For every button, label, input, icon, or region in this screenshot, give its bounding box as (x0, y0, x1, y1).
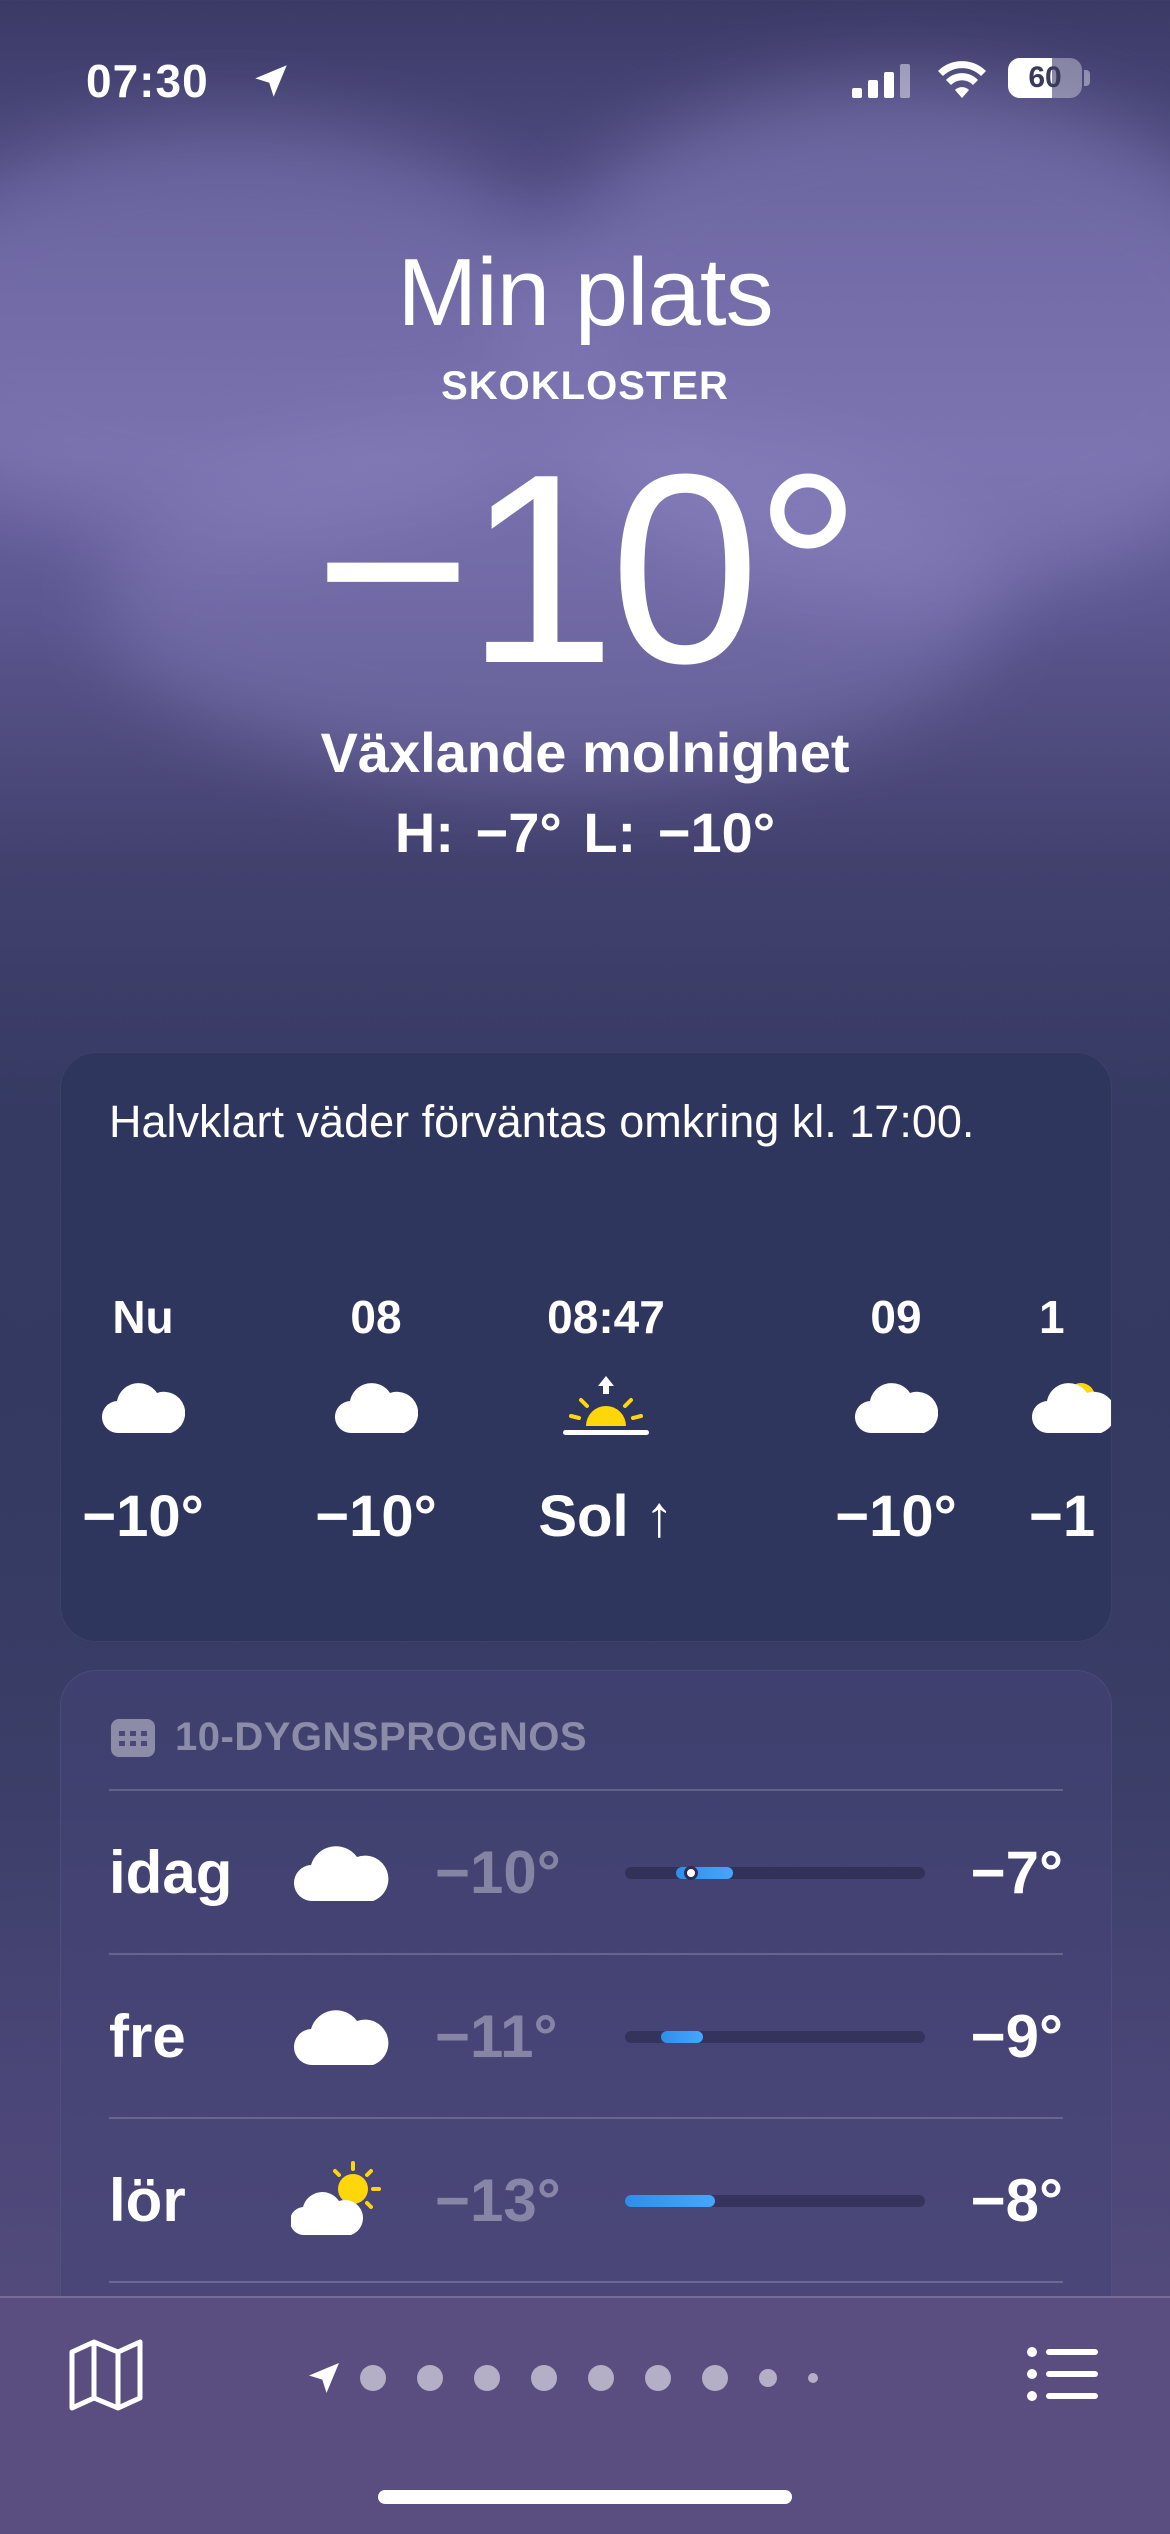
location-arrow-icon (255, 65, 287, 97)
hour-label: 08:47 (547, 1291, 665, 1343)
hour-label: Nu (112, 1291, 174, 1343)
day-high-temperature: −9° (970, 2003, 1063, 2070)
wifi-icon (938, 61, 986, 98)
page-dot[interactable] (759, 2369, 777, 2387)
day-name: lör (109, 2167, 186, 2234)
hour-label: 08 (350, 1291, 402, 1343)
location-subtitle: SKOKLOSTER (441, 364, 729, 408)
hour-temperature: −10° (835, 1484, 957, 1549)
cellular-signal-icon (852, 64, 910, 98)
temperature-range-fill (661, 2031, 703, 2043)
home-indicator[interactable] (378, 2490, 792, 2504)
status-bar: 07:30 60 (0, 48, 1170, 128)
temperature-range-bar (625, 2195, 925, 2207)
cloud-icon (102, 1383, 185, 1434)
day-row[interactable]: idag −10° −7° (109, 1789, 1063, 1955)
day-row-divider (109, 2281, 1063, 2283)
hour-temperature: −10° (315, 1484, 437, 1549)
day-low-temperature: −10° (435, 1839, 561, 1906)
page-dot[interactable] (808, 2373, 818, 2383)
high-low-temperature: H: −7° L: −10° (394, 801, 776, 864)
day-row[interactable]: fre −11° −9° (109, 1953, 1063, 2119)
hour-item: Nu −10° (61, 1287, 243, 1557)
hour-item: 08 −10° (276, 1287, 476, 1557)
day-name: fre (109, 2003, 186, 2070)
hour-item: 09 −10° (796, 1287, 996, 1557)
cloud-icon (293, 1846, 389, 1902)
cloud-icon (293, 2010, 389, 2066)
page-indicator[interactable] (304, 2358, 849, 2398)
cloud-icon (335, 1383, 418, 1434)
hour-label: 09 (870, 1291, 922, 1343)
list-icon[interactable] (1022, 2334, 1102, 2414)
battery-nub (1084, 70, 1090, 86)
cloud-sun-icon (1032, 1383, 1111, 1434)
hour-temperature: −1 (1029, 1484, 1096, 1549)
page-dot[interactable] (531, 2365, 557, 2391)
daily-header-label: 10-DYGNSPROGNOS (175, 1714, 588, 1759)
weather-condition: Växlande molnighet (320, 721, 850, 784)
temperature-range-bar (625, 1866, 925, 1880)
cloud-icon (855, 1383, 938, 1434)
page-dot[interactable] (474, 2365, 500, 2391)
hourly-forecast-card[interactable]: Halvklart väder förväntas omkring kl. 17… (60, 1052, 1112, 1642)
current-temperature: −10° (314, 419, 862, 720)
day-high-temperature: −8° (970, 2167, 1063, 2234)
location-title: Min plats (397, 239, 773, 346)
day-high-temperature: −7° (970, 1839, 1063, 1906)
page-dot[interactable] (702, 2365, 728, 2391)
temperature-range-fill (625, 2195, 715, 2207)
temperature-range-bar (625, 2031, 925, 2043)
page-dot[interactable] (588, 2365, 614, 2391)
day-row[interactable]: lör −13° −8° (109, 2117, 1063, 2283)
day-low-temperature: −13° (435, 2167, 561, 2234)
hour-label: 1 (1039, 1291, 1065, 1343)
ten-day-forecast-card[interactable]: 10-DYGNSPROGNOS idag −10° −7° fre −11° −… (60, 1670, 1112, 2372)
battery-icon: 60 (1008, 58, 1082, 98)
hour-temperature: Sol ↑ (538, 1484, 674, 1549)
current-temperature-marker (684, 1866, 698, 1880)
day-name: idag (109, 1839, 233, 1906)
hour-temperature: −10° (82, 1484, 204, 1549)
page-dot[interactable] (645, 2365, 671, 2391)
calendar-icon (111, 1719, 155, 1757)
status-time: 07:30 (86, 55, 209, 107)
hour-item: 08:47 Sol ↑ (506, 1287, 706, 1557)
map-icon[interactable] (66, 2334, 146, 2414)
page-dot[interactable] (417, 2365, 443, 2391)
page-dot[interactable] (360, 2365, 386, 2391)
daily-header: 10-DYGNSPROGNOS (109, 1707, 587, 1767)
sunrise-icon (563, 1376, 649, 1435)
current-location-page-icon[interactable] (304, 2358, 344, 2398)
day-low-temperature: −11° (435, 2003, 558, 2070)
hourly-summary: Halvklart väder förväntas omkring kl. 17… (109, 1096, 975, 1147)
hour-item-partial: 1 −1 (1019, 1287, 1111, 1557)
sun-cloud-icon (291, 2161, 381, 2236)
battery-percent: 60 (1028, 61, 1062, 94)
